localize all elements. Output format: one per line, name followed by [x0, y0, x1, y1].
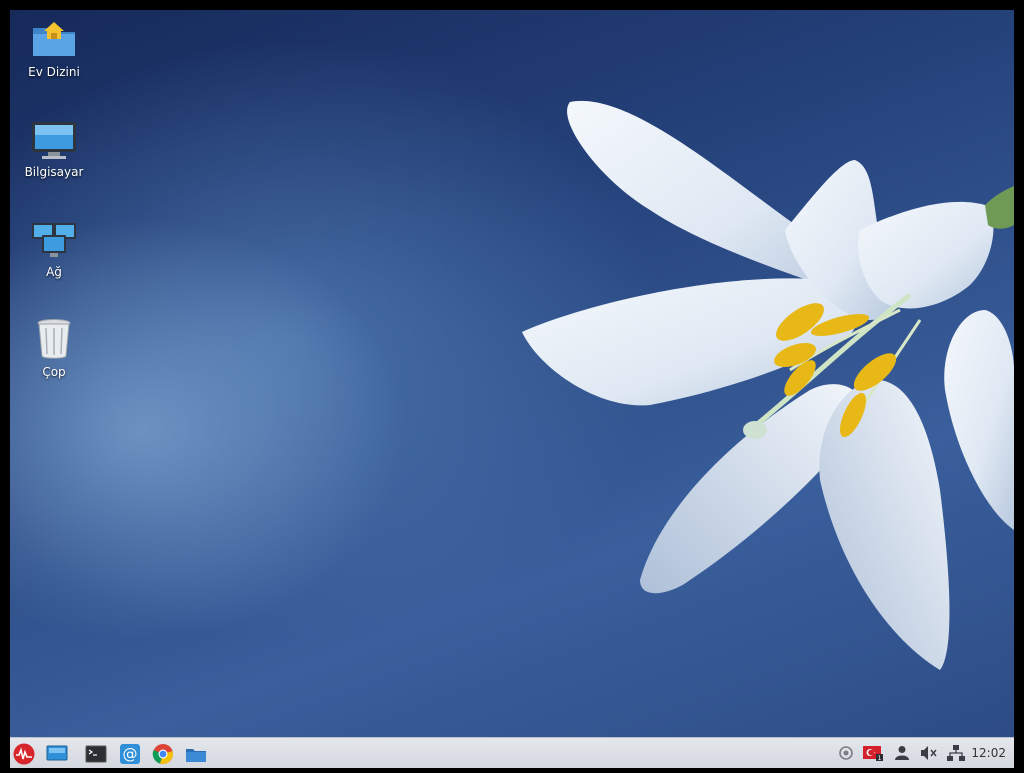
desktop-icon-home[interactable]: Ev Dizini	[14, 20, 94, 79]
trash-icon	[37, 319, 71, 359]
clock[interactable]: 12:02	[971, 746, 1006, 760]
file-manager-launcher[interactable]	[183, 741, 209, 767]
tray-network[interactable]	[946, 743, 966, 763]
desktop-icon-label: Ağ	[46, 265, 62, 279]
volume-muted-icon	[921, 746, 937, 760]
mail-icon: @	[120, 744, 140, 764]
desktop-icon-network[interactable]: Ağ	[14, 220, 94, 279]
desktop-icon-trash[interactable]: Çop	[14, 318, 94, 379]
app-menu-icon	[13, 743, 35, 765]
home-folder-icon	[33, 22, 75, 56]
svg-text:@: @	[123, 745, 138, 763]
user-icon	[895, 746, 909, 760]
desktop-icon-computer[interactable]: Bilgisayar	[14, 120, 94, 179]
tray-user[interactable]	[892, 743, 912, 763]
show-desktop-button[interactable]	[44, 741, 70, 767]
svg-text:1: 1	[878, 755, 882, 761]
app-menu-button[interactable]	[11, 741, 37, 767]
update-notifier-icon	[839, 746, 853, 760]
desktop-icon-label: Bilgisayar	[24, 165, 84, 179]
terminal-launcher[interactable]	[83, 741, 109, 767]
network-status-icon	[947, 745, 965, 761]
taskbar: @ 1 12:02	[10, 737, 1014, 768]
chrome-icon	[152, 744, 173, 764]
show-desktop-icon	[46, 745, 68, 761]
terminal-icon	[85, 745, 107, 763]
mail-launcher[interactable]: @	[117, 741, 143, 767]
desktop-icon-label: Çop	[42, 365, 66, 379]
computer-icon	[32, 122, 76, 159]
file-manager-icon	[186, 749, 206, 762]
desktop-icon-label: Ev Dizini	[28, 65, 80, 79]
lily-flower-wallpaper	[522, 100, 1014, 670]
network-icon	[32, 223, 76, 257]
tray-volume[interactable]	[919, 743, 939, 763]
tray-keyboard-layout[interactable]: 1	[863, 743, 883, 763]
desktop-screen: Ev Dizini Bilgisayar Ağ Çop @ 1 12:02	[10, 10, 1014, 768]
desktop-wallpaper[interactable]	[10, 10, 1014, 737]
tray-update-notifier[interactable]	[836, 743, 856, 763]
chrome-launcher[interactable]	[150, 741, 176, 767]
keyboard-layout-icon: 1	[863, 746, 883, 761]
